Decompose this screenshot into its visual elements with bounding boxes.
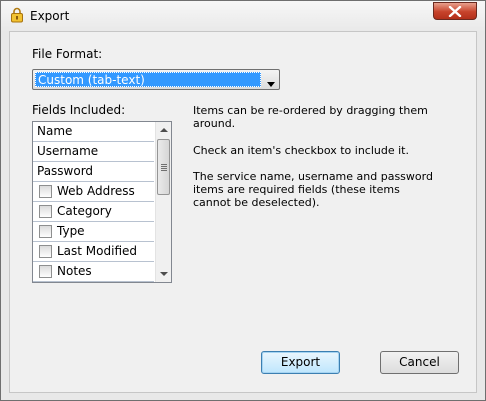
list-item-label: Last Modified [57,244,138,258]
list-item[interactable]: Web Address [33,182,154,202]
export-button[interactable]: Export [261,351,340,374]
list-item-label: Password [37,164,94,178]
close-button[interactable] [433,2,477,20]
list-item-label: Notes [57,264,92,278]
dropdown-selection-highlight: Custom (tab-text) [35,72,261,87]
last-modified-checkbox[interactable] [39,245,52,258]
list-item[interactable]: Type [33,222,154,242]
thumb-grip [161,170,167,171]
scroll-thumb[interactable] [157,139,170,195]
category-checkbox[interactable] [39,205,52,218]
web-address-checkbox[interactable] [39,185,52,198]
chevron-down-icon [160,272,168,276]
chevron-up-icon [160,128,168,132]
scroll-down-button[interactable] [156,265,171,282]
list-item-label: Username [37,144,99,158]
list-item-label: Type [57,224,85,238]
list-scrollbar[interactable] [155,122,171,282]
export-dialog: Export File Format: Custom (tab-text) Fi… [0,0,486,401]
file-format-dropdown[interactable]: Custom (tab-text) [32,69,280,90]
required-fields-note: The service name, username and password … [193,170,433,209]
thumb-grip [161,164,167,165]
title-bar[interactable]: Export [1,1,485,31]
lock-icon [10,7,24,23]
checkbox-hint: Check an item's checkbox to include it. [193,144,409,157]
list-item[interactable]: Username [33,142,154,162]
close-icon [448,6,462,17]
list-item[interactable]: Name [33,122,154,142]
thumb-grip [161,168,167,169]
list-item[interactable]: Category [33,202,154,222]
reorder-hint: Items can be re-ordered by dragging them… [193,104,428,130]
fields-list[interactable]: Name Username Password Web Address Categ… [32,121,172,283]
dialog-body: File Format: Custom (tab-text) Fields In… [9,31,477,393]
dropdown-selected-value: Custom (tab-text) [38,73,145,87]
file-format-label: File Format: [32,47,103,61]
list-item[interactable]: Password [33,162,154,182]
window-title: Export [30,9,70,23]
list-item-label: Category [57,204,112,218]
list-item-label: Web Address [57,184,135,198]
list-item-label: Name [37,124,73,138]
list-item[interactable]: Notes [33,262,154,282]
scroll-up-button[interactable] [156,122,171,139]
list-item[interactable]: Last Modified [33,242,154,262]
chevron-down-icon [267,76,275,90]
cancel-button[interactable]: Cancel [380,351,459,374]
fields-included-label: Fields Included: [32,103,126,117]
notes-checkbox[interactable] [39,265,52,278]
type-checkbox[interactable] [39,225,52,238]
thumb-grip [161,166,167,167]
